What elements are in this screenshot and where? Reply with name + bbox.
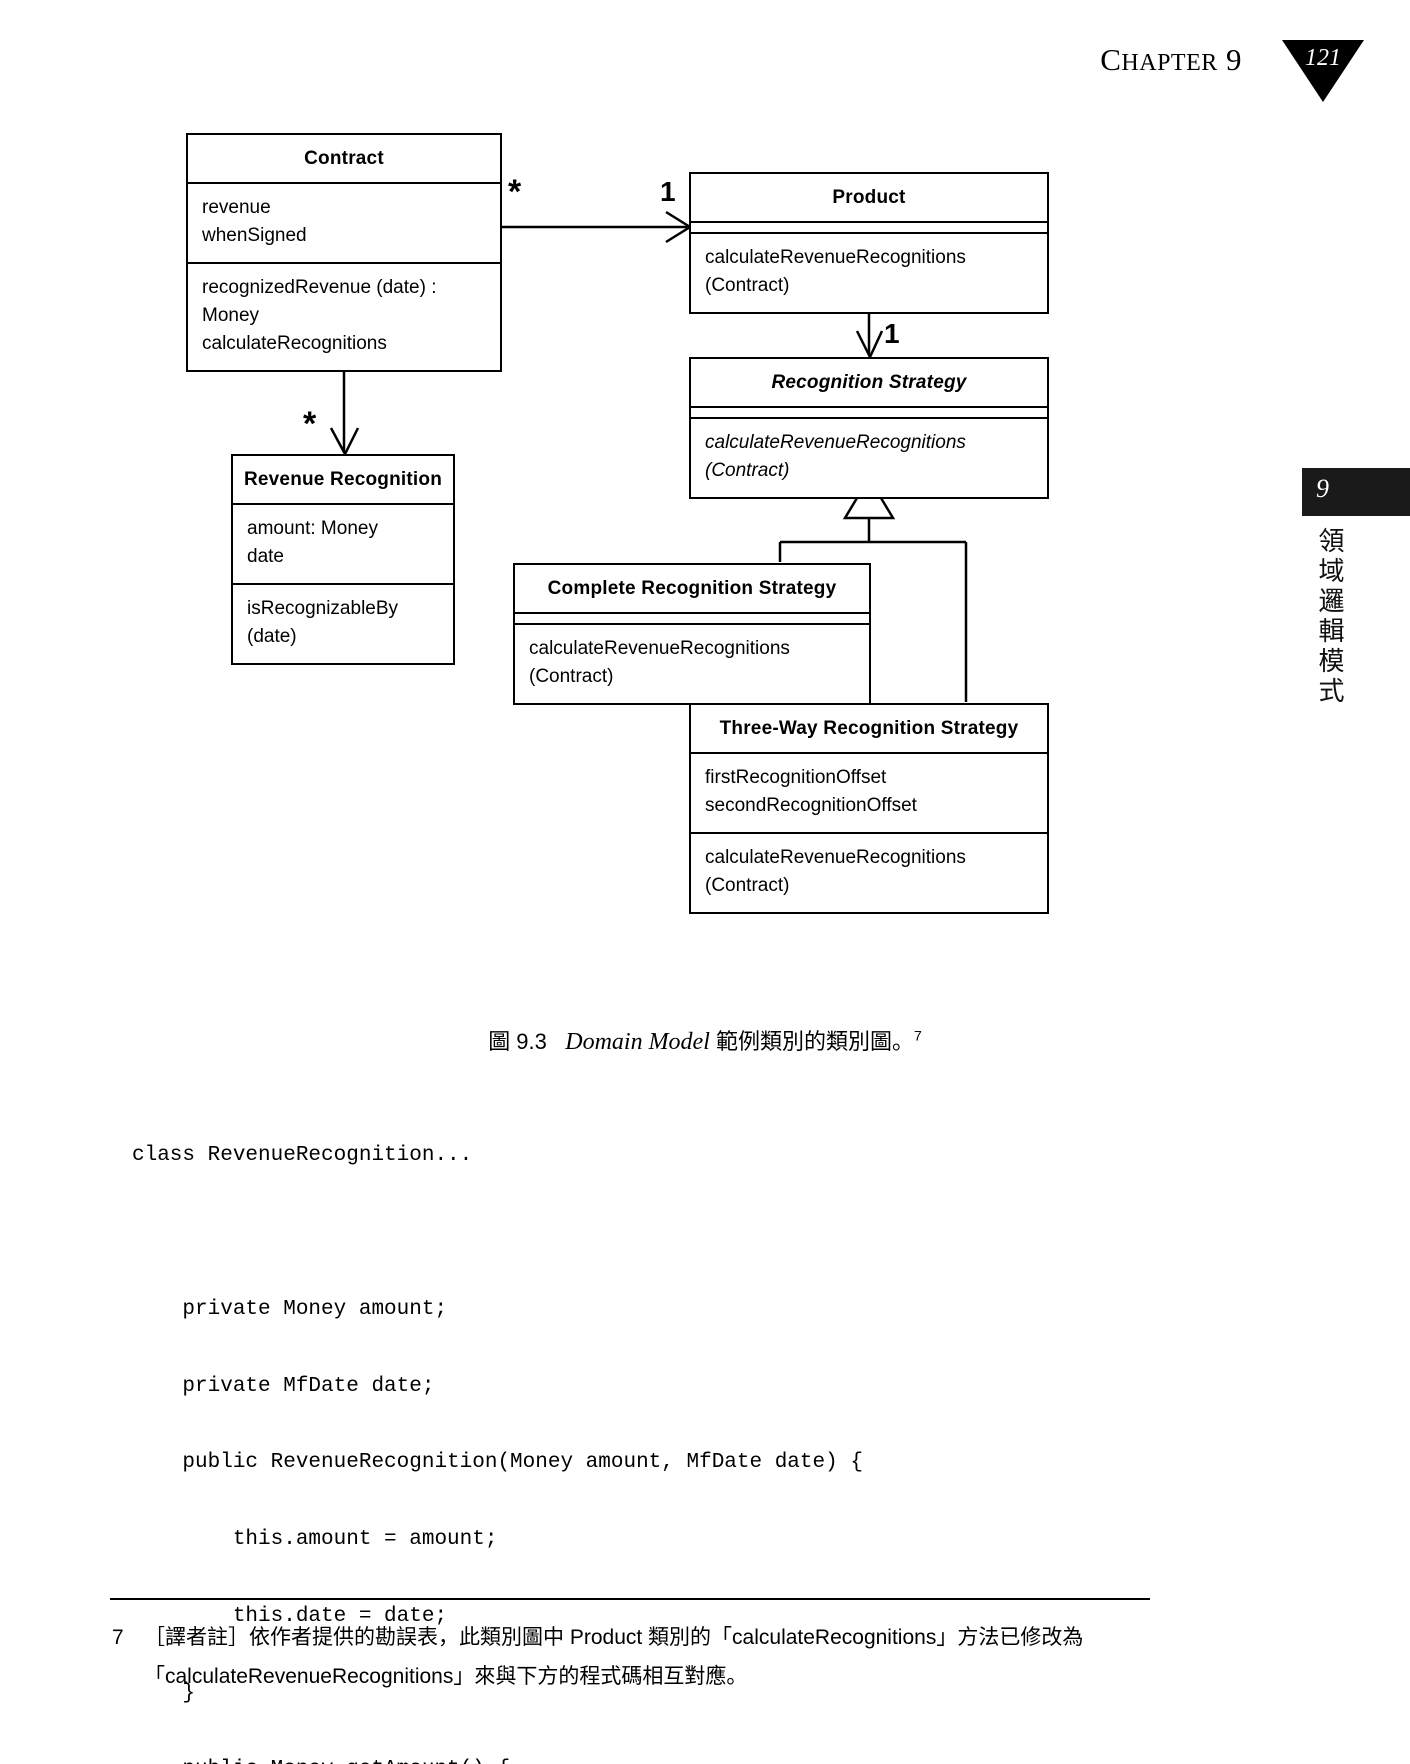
uml-class-contract: Contract revenue whenSigned recognizedRe…	[186, 133, 502, 372]
uml-class-name-three-way-recognition-strategy: Three-Way Recognition Strategy	[691, 705, 1047, 754]
code-line: this.amount = amount;	[132, 1528, 498, 1552]
uml-attributes-three-way-recognition-strategy: firstRecognitionOffset secondRecognition…	[691, 754, 1047, 834]
footnote-line-2: 「calculateRevenueRecognitions」來與下方的程式碼相互…	[144, 1665, 748, 1688]
uml-class-diagram: * 1 1 * * 1 Contract revenue whenSigned …	[0, 0, 1410, 1010]
uml-class-name-product: Product	[691, 174, 1047, 223]
code-line: private MfDate date;	[132, 1374, 435, 1398]
footnote-line-1: ［譯者註］依作者提供的勘誤表，此類別圖中 Product 類別的「calcula…	[144, 1626, 1084, 1649]
figure-caption-emphasis: Domain Model	[565, 1029, 710, 1055]
uml-operations-contract: recognizedRevenue (date) : Money calcula…	[188, 264, 500, 370]
uml-class-name-revenue-recognition: Revenue Recognition	[233, 456, 453, 505]
uml-attribute: firstRecognitionOffset	[705, 767, 887, 788]
uml-operations-complete-recognition-strategy: calculateRevenueRecognitions (Contract)	[515, 625, 869, 703]
multiplicity-product-strategy-target: 1	[884, 318, 900, 349]
code-line: private Money amount;	[132, 1297, 448, 1321]
figure-caption-text: 範例類別的類別圖。	[709, 1029, 915, 1054]
uml-operations-product: calculateRevenueRecognitions (Contract)	[691, 234, 1047, 312]
uml-operation: calculateRevenueRecognitions (Contract)	[705, 247, 966, 296]
code-line: public RevenueRecognition(Money amount, …	[132, 1451, 863, 1475]
uml-attributes-complete-recognition-strategy	[515, 614, 869, 625]
uml-class-product: Product calculateRevenueRecognitions (Co…	[689, 172, 1049, 314]
uml-class-name-recognition-strategy: Recognition Strategy	[691, 359, 1047, 408]
uml-operation: calculateRevenueRecognitions (Contract)	[529, 638, 790, 687]
uml-attributes-revenue-recognition: amount: Money date	[233, 505, 453, 585]
uml-class-name-complete-recognition-strategy: Complete Recognition Strategy	[515, 565, 869, 614]
uml-class-three-way-recognition-strategy: Three-Way Recognition Strategy firstReco…	[689, 703, 1049, 914]
uml-class-recognition-strategy: Recognition Strategy calculateRevenueRec…	[689, 357, 1049, 499]
uml-operation: calculateRevenueRecognitions (Contract)	[705, 847, 966, 896]
code-line: public Money getAmount() {	[132, 1757, 863, 1764]
uml-class-name-contract: Contract	[188, 135, 500, 184]
footnote-number: 7	[112, 1626, 124, 1649]
uml-operations-recognition-strategy: calculateRevenueRecognitions (Contract)	[691, 419, 1047, 497]
uml-attributes-recognition-strategy	[691, 408, 1047, 419]
uml-attribute: revenue	[202, 197, 271, 218]
uml-attribute: date	[247, 546, 284, 567]
multiplicity-contract-product-source: *	[508, 173, 522, 211]
uml-attribute: whenSigned	[202, 225, 307, 246]
uml-class-revenue-recognition: Revenue Recognition amount: Money date i…	[231, 454, 455, 665]
uml-operation: recognizedRevenue (date) : Money	[202, 277, 437, 326]
footnote-separator	[110, 1598, 1150, 1600]
footnote: 7 ［譯者註］依作者提供的勘誤表，此類別圖中 Product 類別的「calcu…	[112, 1618, 1172, 1696]
uml-operation: isRecognizableBy (date)	[247, 598, 399, 647]
uml-operation: calculateRevenueRecognitions (Contract)	[705, 432, 966, 481]
uml-operations-revenue-recognition: isRecognizableBy (date)	[233, 585, 453, 663]
uml-attribute: secondRecognitionOffset	[705, 795, 917, 816]
multiplicity-contract-revrec-target: *	[303, 405, 317, 443]
book-page: CHAPTER 9 121 9 領 域 邏 輯 模 式 * 1 * 1 Cont…	[0, 0, 1410, 1764]
uml-class-complete-recognition-strategy: Complete Recognition Strategy calculateR…	[513, 563, 871, 705]
figure-caption: 圖 9.3 Domain Model 範例類別的類別圖。7	[0, 1024, 1410, 1056]
multiplicity-contract-product-target: 1	[660, 176, 676, 207]
figure-number: 圖 9.3	[488, 1029, 547, 1054]
uml-operations-three-way-recognition-strategy: calculateRevenueRecognitions (Contract)	[691, 834, 1047, 912]
uml-attributes-product	[691, 223, 1047, 234]
uml-attributes-contract: revenue whenSigned	[188, 184, 500, 264]
uml-operation: calculateRecognitions	[202, 333, 387, 354]
figure-caption-footnote-marker: 7	[914, 1027, 922, 1044]
code-line: class RevenueRecognition...	[132, 1144, 473, 1168]
uml-attribute: amount: Money	[247, 518, 378, 539]
